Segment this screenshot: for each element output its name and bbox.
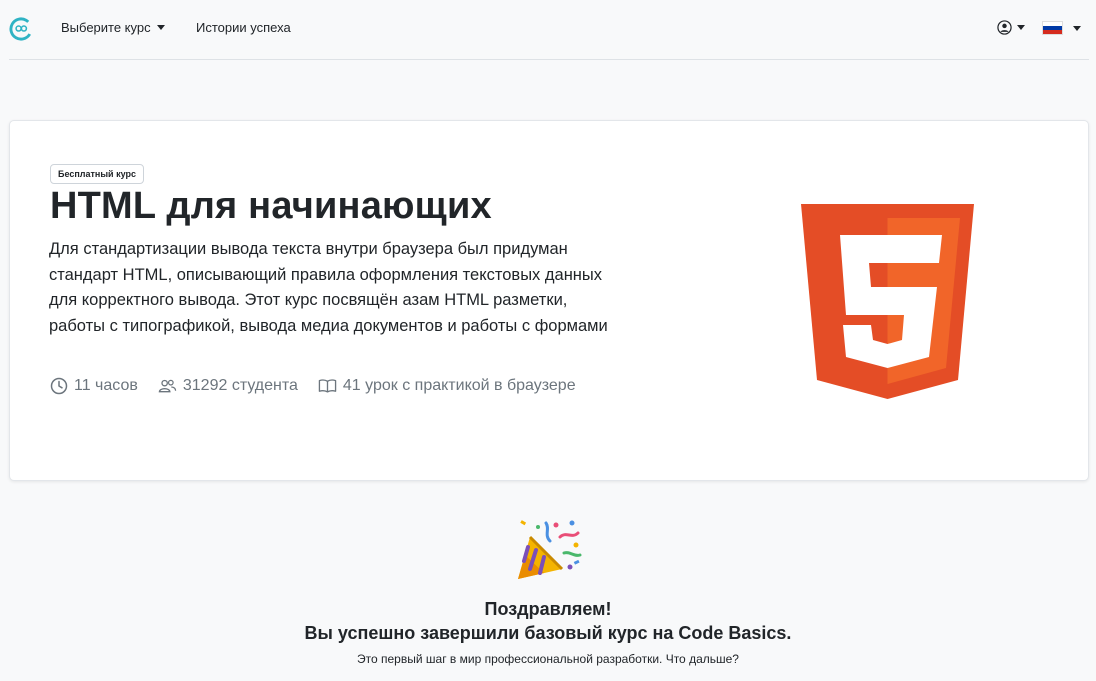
duration-stat: 11 часов	[50, 377, 138, 395]
course-card: Бесплатный курс HTML для начинающих Для …	[9, 120, 1089, 481]
success-stories-label: Истории успеха	[196, 20, 291, 35]
congrats-line-1: Поздравляем!	[484, 599, 612, 619]
party-popper-icon	[518, 520, 582, 579]
success-stories-link[interactable]: Истории успеха	[196, 20, 291, 35]
russia-flag-icon	[1042, 21, 1063, 35]
chevron-down-icon	[1073, 25, 1081, 31]
course-stats: 11 часов 31292 студента 41 урок с практи…	[50, 377, 576, 395]
book-icon	[318, 379, 337, 393]
duration-text: 11 часов	[74, 377, 138, 394]
free-course-badge: Бесплатный курс	[50, 164, 144, 184]
congrats-subtitle: Это первый шаг в мир профессиональной ра…	[357, 652, 739, 666]
course-title: HTML для начинающих	[50, 185, 492, 227]
clock-icon	[50, 377, 68, 395]
congrats-heading: Поздравляем! Вы успешно завершили базовы…	[0, 597, 1096, 645]
top-navbar: Выберите курс Истории успеха	[9, 0, 1089, 60]
choose-course-label: Выберите курс	[61, 20, 151, 35]
user-menu-dropdown[interactable]	[997, 20, 1025, 35]
user-circle-icon	[997, 20, 1012, 35]
students-stat: 31292 студента	[158, 377, 298, 395]
students-text: 31292 студента	[182, 377, 298, 394]
choose-course-dropdown[interactable]: Выберите курс	[61, 20, 165, 35]
language-dropdown[interactable]	[1042, 21, 1081, 35]
lessons-stat: 41 урок с практикой в браузере	[318, 377, 576, 395]
chevron-down-icon	[1017, 25, 1025, 30]
code-basics-logo-icon[interactable]	[9, 16, 34, 42]
congrats-line-2: Вы успешно завершили базовый курс на Cod…	[304, 623, 792, 643]
lessons-text: 41 урок с практикой в браузере	[342, 377, 576, 394]
users-icon	[158, 379, 177, 393]
course-description: Для стандартизации вывода текста внутри …	[49, 240, 608, 335]
html5-logo-icon	[801, 204, 974, 399]
chevron-down-icon	[156, 25, 165, 30]
